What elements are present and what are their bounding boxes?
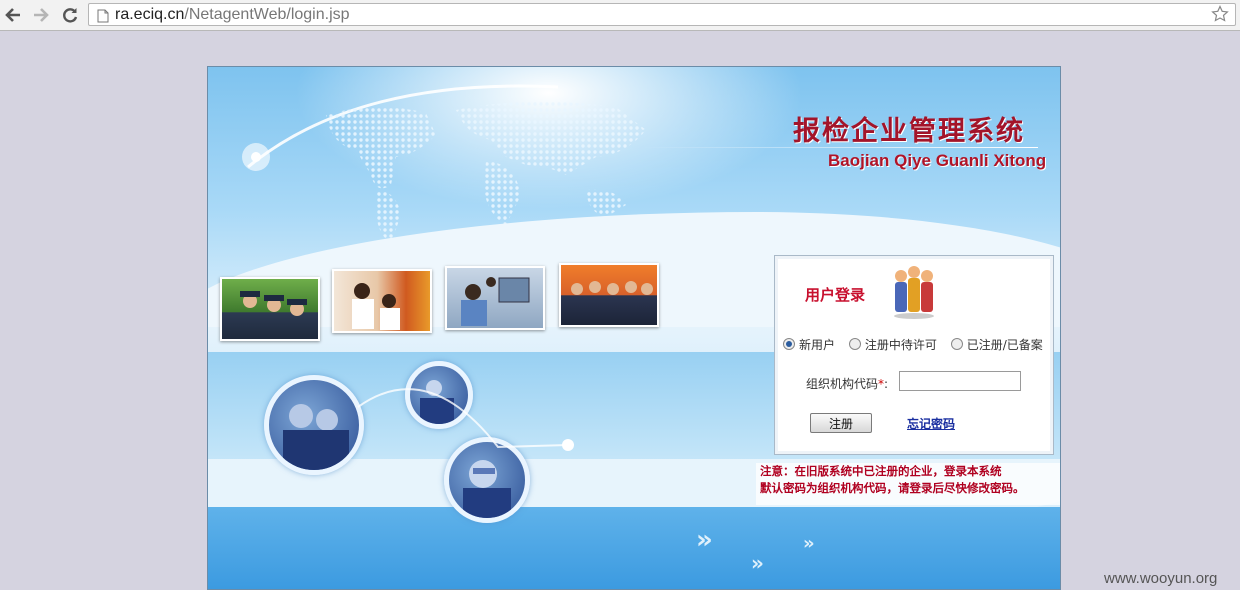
title-divider xyxy=(638,147,1038,148)
org-code-input[interactable] xyxy=(899,371,1021,391)
browser-toolbar: ra.eciq.cn/NetagentWeb/login.jsp xyxy=(0,0,1240,31)
officers-salute-photo xyxy=(220,277,320,341)
radio-icon[interactable] xyxy=(950,338,963,350)
chevron-decoration-icon: » xyxy=(751,551,764,575)
back-arrow-icon[interactable] xyxy=(2,4,24,26)
notice-line-2: 默认密码为组织机构代码，请登录后尽快修改密码。 xyxy=(760,481,1025,495)
notice-box: 注意：在旧版系统中已注册的企业，登录本系统 默认密码为组织机构代码，请登录后尽快… xyxy=(756,463,1060,505)
bookmark-star-icon[interactable] xyxy=(1211,5,1229,27)
officers-group-photo xyxy=(559,263,659,327)
radio-selected-icon[interactable] xyxy=(783,338,795,350)
users-icon xyxy=(894,266,934,319)
radio-option-registered[interactable]: 已注册/已备案 xyxy=(950,336,1043,353)
bottom-band xyxy=(208,507,1060,589)
lab-workers-photo xyxy=(332,269,432,333)
address-bar[interactable]: ra.eciq.cn/NetagentWeb/login.jsp xyxy=(88,3,1236,26)
reload-icon[interactable] xyxy=(59,4,81,26)
user-type-radio-group: 新用户 注册中待许可 已注册/已备案 xyxy=(783,336,1053,353)
login-page-panel: 报检企业管理系统 Baojian Qiye Guanli Xitong 用户登录 xyxy=(207,66,1061,590)
computer-operators-photo xyxy=(445,266,545,330)
forgot-password-link[interactable]: 忘记密码 xyxy=(907,415,955,432)
chevron-decoration-icon: » xyxy=(803,533,814,554)
radio-icon[interactable] xyxy=(848,338,861,350)
network-lines-icon xyxy=(357,388,574,451)
watermark: www.wooyun.org xyxy=(1104,570,1218,587)
radio-option-new-user[interactable]: 新用户 xyxy=(783,336,835,353)
register-button[interactable]: 注册 xyxy=(810,413,872,433)
url-text: ra.eciq.cn/NetagentWeb/login.jsp xyxy=(115,6,350,23)
system-title-en: Baojian Qiye Guanli Xitong xyxy=(828,151,1047,170)
login-box: 用户登录 新用户 注册中待许可 已注册/已备案 组织机构代码*: 注册 忘记密码 xyxy=(774,255,1054,455)
forward-arrow-icon[interactable] xyxy=(30,4,52,26)
login-title: 用户登录 xyxy=(805,286,866,304)
system-title-cn: 报检企业管理系统 xyxy=(793,116,1025,147)
notice-line-1: 注意：在旧版系统中已注册的企业，登录本系统 xyxy=(760,464,1002,478)
org-code-label: 组织机构代码*: xyxy=(806,377,889,391)
chevron-decoration-icon: » xyxy=(696,525,713,555)
radio-option-pending[interactable]: 注册中待许可 xyxy=(848,336,937,353)
page-icon xyxy=(97,8,109,27)
